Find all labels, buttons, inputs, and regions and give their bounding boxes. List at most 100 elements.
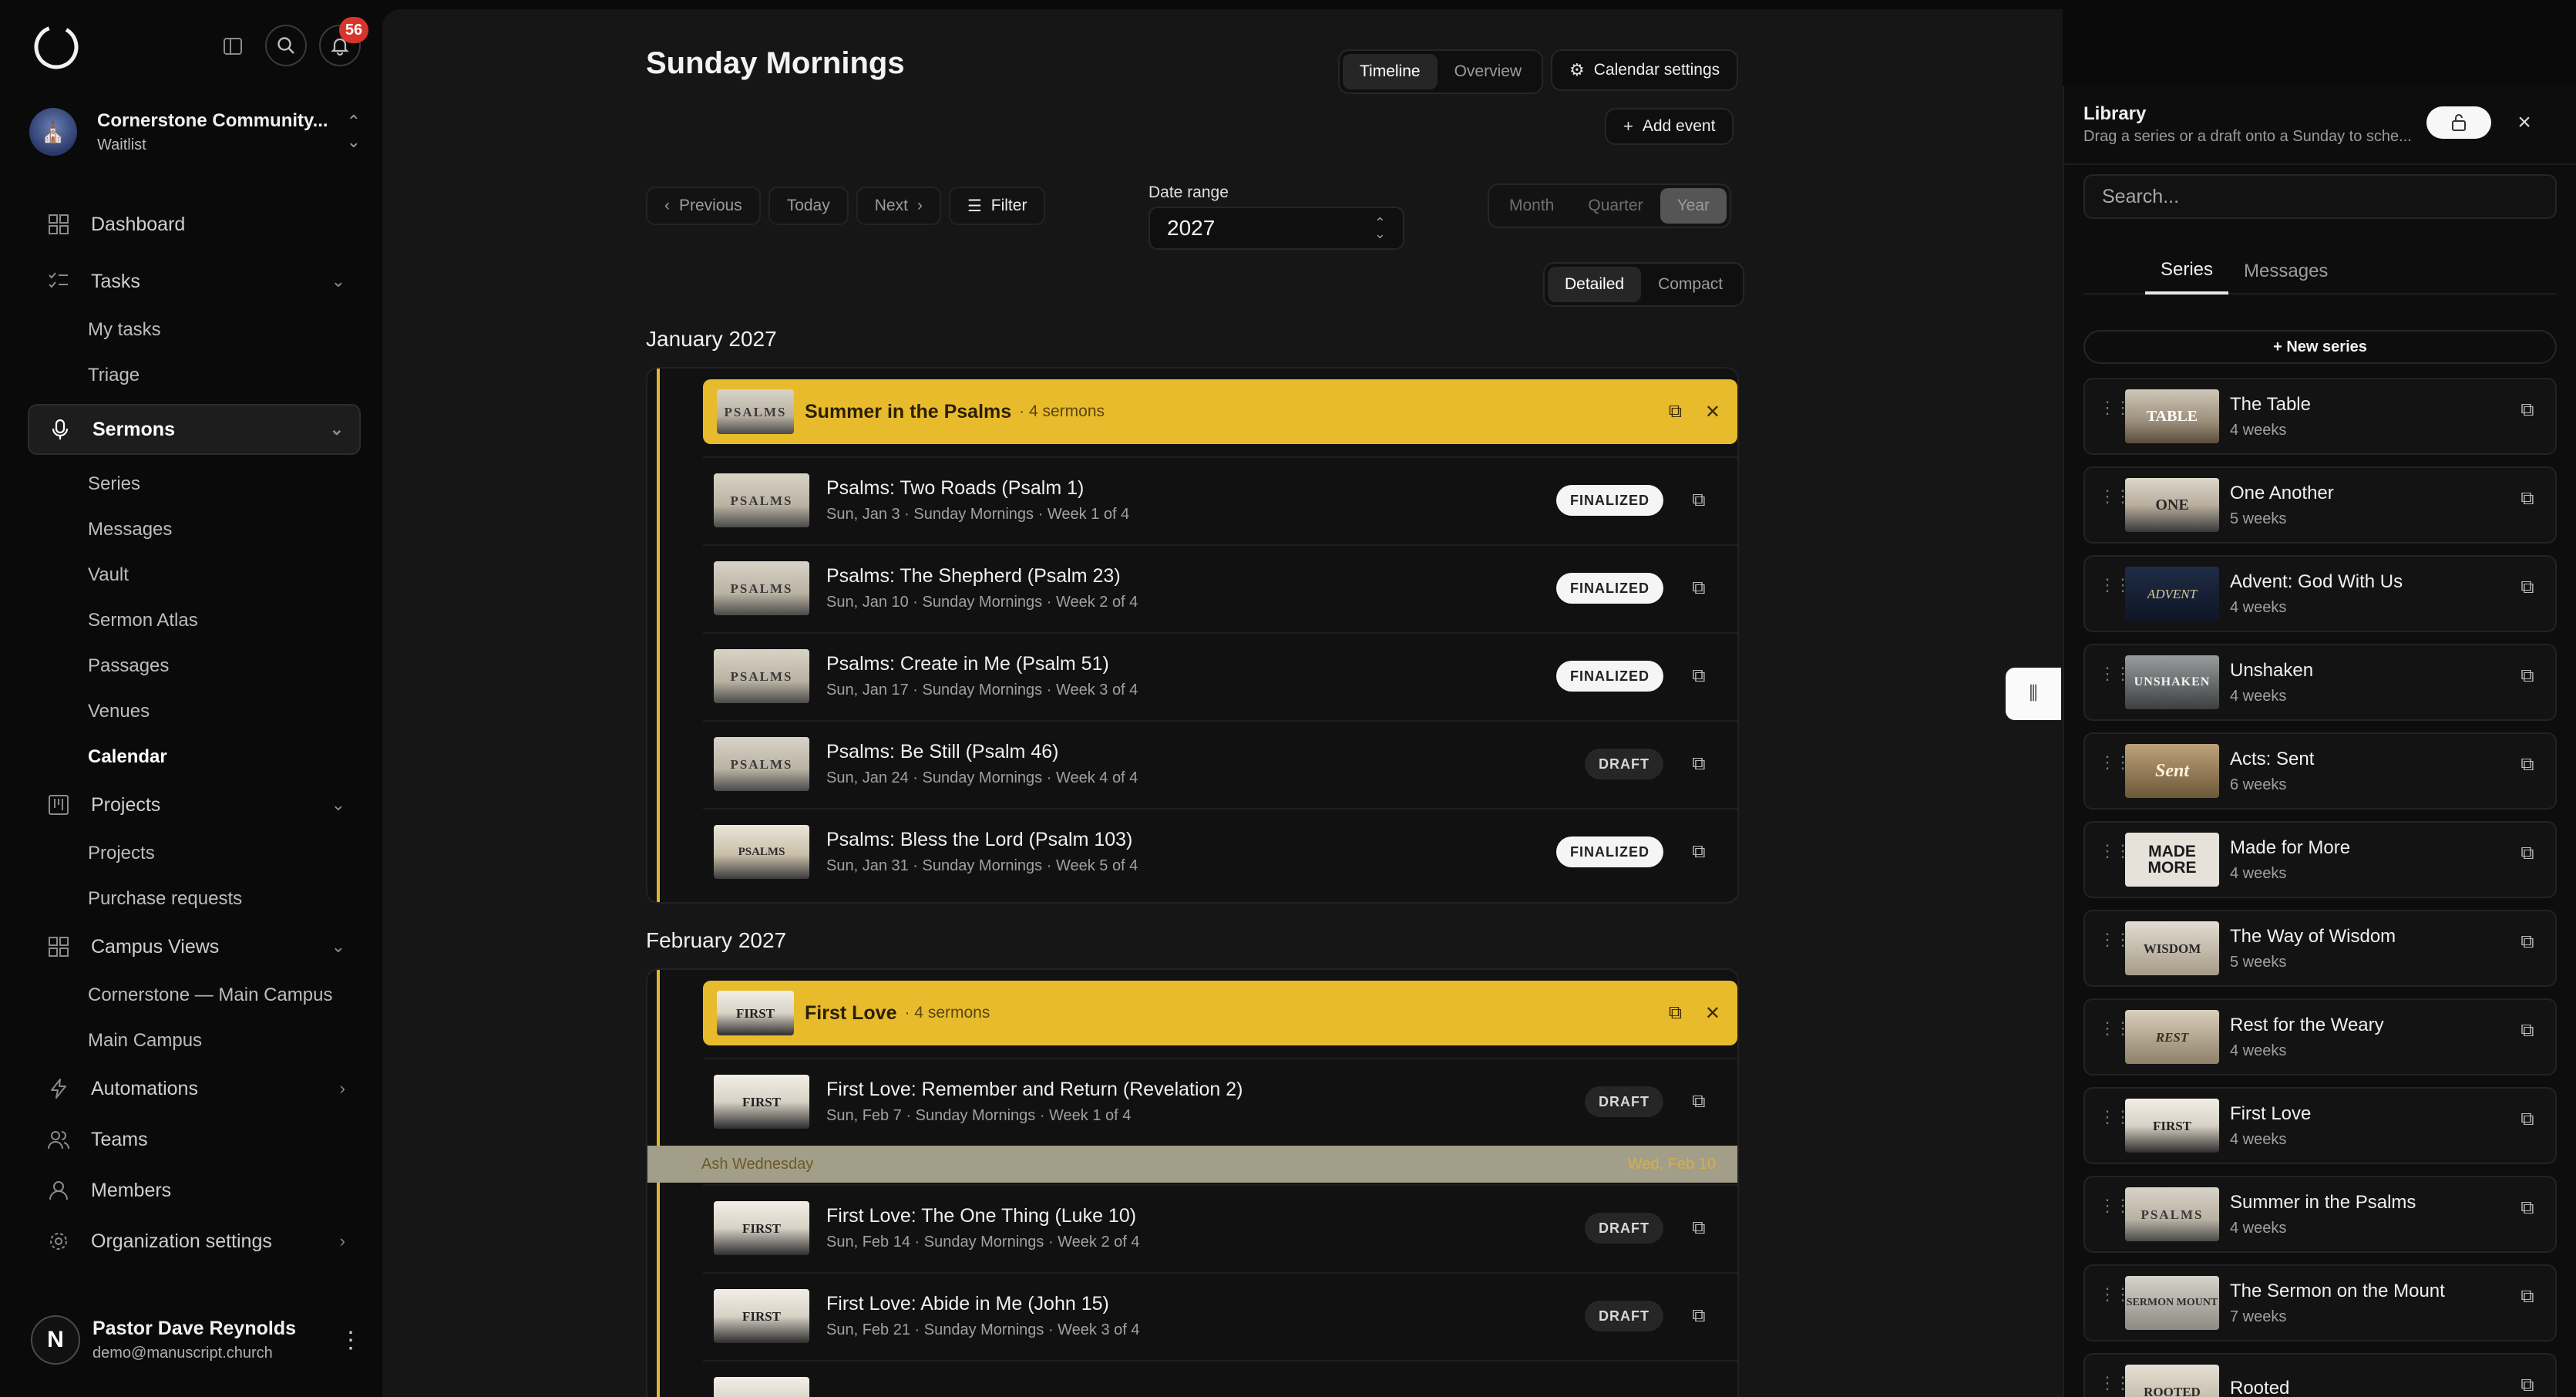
list-item[interactable]: ⋮⋮ PSALMS Summer in the Psalms 4 weeks ⧉ — [2083, 1176, 2557, 1253]
series-banner[interactable]: FIRST First Love · 4 sermons ⧉ ✕ — [703, 981, 1737, 1045]
calendar-settings-button[interactable]: ⚙ Calendar settings — [1551, 49, 1739, 91]
list-item[interactable]: ⋮⋮ UNSHAKEN Unshaken 4 weeks ⧉ — [2083, 644, 2557, 721]
external-link-icon[interactable]: ⧉ — [1669, 1002, 1682, 1024]
tab-detailed[interactable]: Detailed — [1548, 267, 1642, 302]
table-row[interactable] — [703, 1360, 1737, 1397]
external-link-icon[interactable]: ⧉ — [2517, 577, 2538, 598]
list-item[interactable]: ⋮⋮ MADE MORE Made for More 4 weeks ⧉ — [2083, 821, 2557, 898]
list-item[interactable]: ⋮⋮ ONE One Another 5 weeks ⧉ — [2083, 466, 2557, 544]
filter-button[interactable]: ☰ Filter — [948, 187, 1046, 225]
tab-quarter[interactable]: Quarter — [1571, 188, 1660, 224]
list-item[interactable]: ⋮⋮ Sent Acts: Sent 6 weeks ⧉ — [2083, 732, 2557, 810]
tab-compact[interactable]: Compact — [1641, 267, 1740, 302]
external-link-icon[interactable]: ⧉ — [1688, 1305, 1710, 1327]
tab-messages[interactable]: Messages — [2228, 248, 2343, 295]
sidebar-item-projects-list[interactable]: Projects — [28, 830, 361, 876]
list-item[interactable]: ⋮⋮ WISDOM The Way of Wisdom 5 weeks ⧉ — [2083, 910, 2557, 987]
sidebar-item-org-settings[interactable]: Organization settings › — [28, 1216, 361, 1267]
app-logo-icon[interactable] — [31, 20, 82, 71]
series-name: Unshaken — [2230, 659, 2314, 681]
list-item[interactable]: ⋮⋮ ADVENT Advent: God With Us 4 weeks ⧉ — [2083, 555, 2557, 632]
tab-overview[interactable]: Overview — [1438, 54, 1539, 89]
search-icon[interactable] — [265, 25, 307, 66]
table-row[interactable]: PSALMS Psalms: Be Still (Psalm 46) Sun, J… — [703, 720, 1737, 806]
month-heading-january: January 2027 — [646, 327, 777, 351]
external-link-icon[interactable]: ⧉ — [2517, 665, 2538, 687]
sidebar-item-campus-main[interactable]: Main Campus — [28, 1018, 361, 1063]
density-switcher: Detailed Compact — [1543, 262, 1745, 307]
sidebar-item-tasks[interactable]: Tasks ⌄ — [28, 256, 361, 307]
table-row[interactable]: FIRST First Love: Remember and Return (R… — [703, 1058, 1737, 1144]
previous-button[interactable]: ‹ Previous — [646, 187, 761, 225]
external-link-icon[interactable]: ⧉ — [2517, 1197, 2538, 1219]
close-icon[interactable]: × — [2511, 109, 2537, 136]
sidebar-item-campus-views[interactable]: Campus Views ⌄ — [28, 921, 361, 972]
external-link-icon[interactable]: ⧉ — [2517, 1020, 2538, 1042]
external-link-icon[interactable]: ⧉ — [1688, 841, 1710, 863]
list-item[interactable]: ⋮⋮ REST Rest for the Weary 4 weeks ⧉ — [2083, 998, 2557, 1076]
sidebar-item-projects[interactable]: Projects ⌄ — [28, 779, 361, 830]
external-link-icon[interactable]: ⧉ — [2517, 931, 2538, 953]
sidebar-item-sermons[interactable]: Sermons ⌄ — [28, 404, 361, 455]
sidebar-item-members[interactable]: Members — [28, 1165, 361, 1216]
list-item[interactable]: ⋮⋮ SERMON MOUNT The Sermon on the Mount 7… — [2083, 1264, 2557, 1341]
sidebar-item-campus-cornerstone[interactable]: Cornerstone — Main Campus — [28, 972, 361, 1018]
external-link-icon[interactable]: ⧉ — [2517, 488, 2538, 510]
table-row[interactable]: FIRST First Love: The One Thing (Luke 10… — [703, 1184, 1737, 1271]
external-link-icon[interactable]: ⧉ — [1688, 665, 1710, 687]
sidebar-item-my-tasks[interactable]: My tasks — [28, 307, 361, 352]
sidebar-item-passages[interactable]: Passages — [28, 643, 361, 688]
sidebar-item-venues[interactable]: Venues — [28, 688, 361, 734]
sidebar-item-teams[interactable]: Teams — [28, 1114, 361, 1165]
sidebar-item-sermon-atlas[interactable]: Sermon Atlas — [28, 598, 361, 643]
close-icon[interactable]: ✕ — [1705, 401, 1720, 423]
library-toggle-button[interactable]: ⫼ — [2006, 668, 2061, 720]
tab-month[interactable]: Month — [1492, 188, 1571, 224]
table-row[interactable]: FIRST First Love: Abide in Me (John 15) S… — [703, 1272, 1737, 1358]
new-series-button[interactable]: + New series — [2083, 330, 2557, 364]
sidebar-item-dashboard[interactable]: Dashboard — [28, 199, 361, 250]
sidebar-item-triage[interactable]: Triage — [28, 352, 361, 398]
table-row[interactable]: PSALMS Psalms: Create in Me (Psalm 51) Su… — [703, 632, 1737, 719]
external-link-icon[interactable]: ⧉ — [2517, 1375, 2538, 1396]
table-row[interactable]: PSALMS Psalms: Bless the Lord (Psalm 103… — [703, 808, 1737, 894]
lock-toggle-button[interactable] — [2426, 106, 2491, 139]
external-link-icon[interactable]: ⧉ — [1688, 577, 1710, 599]
library-search-input[interactable] — [2083, 174, 2557, 219]
external-link-icon[interactable]: ⧉ — [2517, 1286, 2538, 1308]
external-link-icon[interactable]: ⧉ — [2517, 843, 2538, 864]
tab-series[interactable]: Series — [2145, 248, 2229, 295]
sidebar-item-vault[interactable]: Vault — [28, 552, 361, 598]
external-link-icon[interactable]: ⧉ — [2517, 399, 2538, 421]
sidebar-item-messages[interactable]: Messages — [28, 507, 361, 552]
user-menu[interactable]: N Pastor Dave Reynolds demo@manuscript.c… — [31, 1309, 362, 1371]
date-range-select[interactable]: 2027 ⌃ ⌄ — [1148, 207, 1404, 250]
external-link-icon[interactable]: ⧉ — [1688, 490, 1710, 511]
table-row[interactable]: PSALMS Psalms: Two Roads (Psalm 1) Sun, J… — [703, 456, 1737, 543]
sidebar-item-calendar[interactable]: Calendar — [28, 734, 361, 779]
more-vertical-icon[interactable]: ⋮ — [339, 1327, 362, 1354]
sidebar-toggle-icon[interactable] — [216, 29, 250, 63]
external-link-icon[interactable]: ⧉ — [2517, 1109, 2538, 1130]
list-item[interactable]: ⋮⋮ TABLE The Table 4 weeks ⧉ — [2083, 378, 2557, 455]
today-button[interactable]: Today — [768, 187, 849, 225]
close-icon[interactable]: ✕ — [1705, 1002, 1720, 1025]
sidebar-item-series[interactable]: Series — [28, 461, 361, 507]
list-item[interactable]: ⋮⋮ FIRST First Love 4 weeks ⧉ — [2083, 1087, 2557, 1164]
next-button[interactable]: Next › — [856, 187, 941, 225]
tab-year[interactable]: Year — [1660, 188, 1727, 224]
external-link-icon[interactable]: ⧉ — [1688, 1217, 1710, 1239]
external-link-icon[interactable]: ⧉ — [2517, 754, 2538, 776]
external-link-icon[interactable]: ⧉ — [1688, 753, 1710, 775]
chevron-right-icon: › — [916, 197, 923, 214]
org-switcher[interactable]: ⛪ Cornerstone Community... Waitlist ⌃ ⌄ — [29, 106, 361, 157]
sidebar-item-purchase-requests[interactable]: Purchase requests — [28, 876, 361, 921]
add-event-button[interactable]: + Add event — [1605, 108, 1734, 145]
external-link-icon[interactable]: ⧉ — [1688, 1091, 1710, 1113]
table-row[interactable]: PSALMS Psalms: The Shepherd (Psalm 23) Su… — [703, 544, 1737, 631]
sidebar-item-automations[interactable]: Automations › — [28, 1063, 361, 1114]
tab-timeline[interactable]: Timeline — [1343, 54, 1438, 89]
series-banner[interactable]: PSALMS Summer in the Psalms · 4 sermons … — [703, 379, 1737, 444]
external-link-icon[interactable]: ⧉ — [1669, 401, 1682, 422]
list-item[interactable]: ⋮⋮ ROOTED Rooted ⧉ — [2083, 1353, 2557, 1397]
